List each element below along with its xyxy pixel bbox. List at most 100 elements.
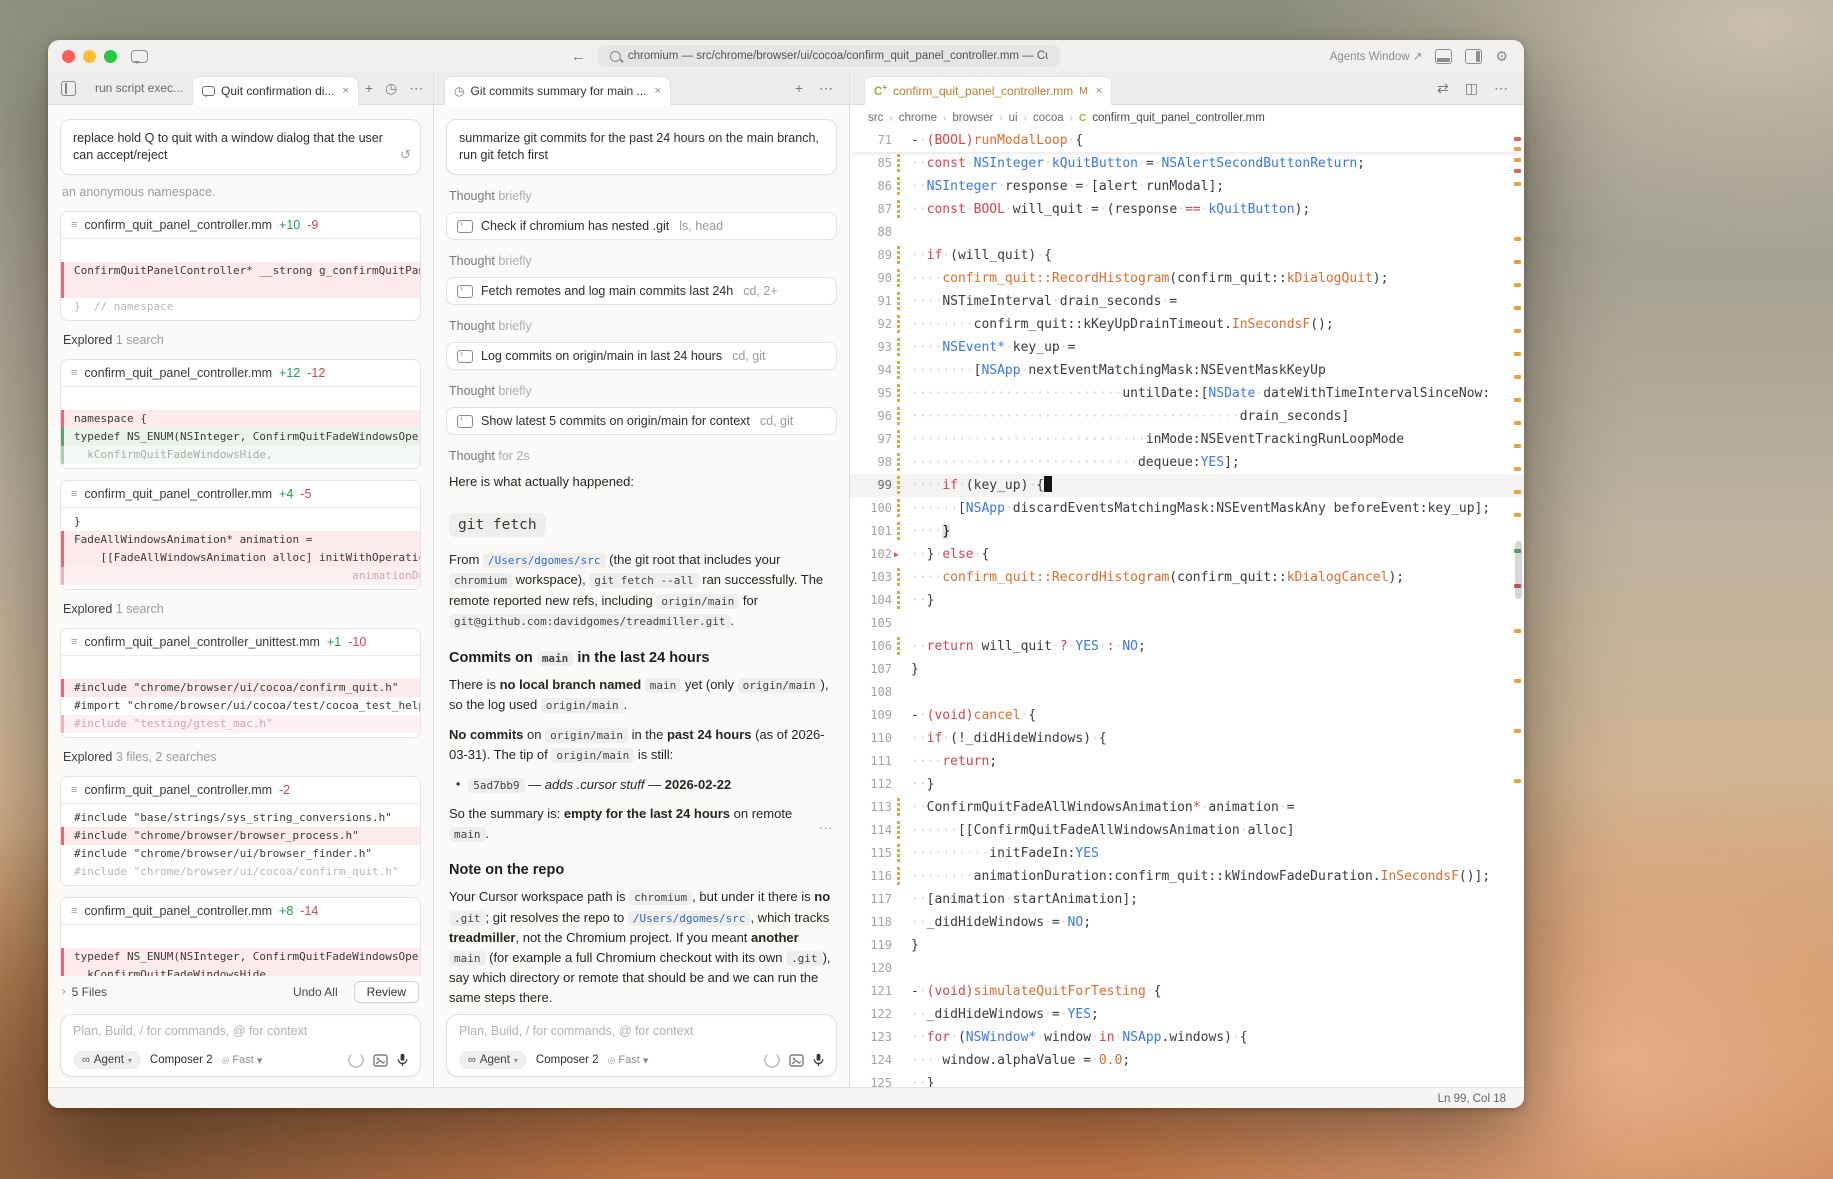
- tab-git-commits-summary[interactable]: ◷ Git commits summary for main ... ×: [444, 76, 671, 105]
- close-tab-icon[interactable]: ×: [1096, 85, 1102, 97]
- speed-selector[interactable]: ◎ Fast ▾: [222, 1054, 263, 1067]
- diff-card-header[interactable]: ≡confirm_quit_panel_controller.mm+4-5: [61, 481, 420, 508]
- minimize-window-button[interactable]: [83, 50, 96, 63]
- thought-label[interactable]: Thought briefly: [449, 189, 834, 203]
- git-gutter: [897, 865, 911, 888]
- microphone-icon[interactable]: [397, 1053, 408, 1067]
- more-content-button[interactable]: ...: [819, 817, 833, 832]
- more-actions-icon[interactable]: ⋯: [1488, 80, 1514, 97]
- scrollbar-thumb[interactable]: [1515, 541, 1522, 599]
- more-actions-icon[interactable]: ⋯: [813, 80, 839, 97]
- thought-label[interactable]: Thought briefly: [449, 384, 834, 398]
- line-number: 119: [850, 934, 892, 957]
- new-tab-button[interactable]: +: [789, 80, 809, 96]
- token: ····: [911, 1053, 942, 1068]
- code-text: ··ConfirmQuitFadeAllWindowsAnimation*·an…: [911, 796, 1524, 819]
- close-window-button[interactable]: [62, 50, 75, 63]
- token: ······: [911, 501, 958, 516]
- model-selector[interactable]: Composer 2: [150, 1054, 213, 1066]
- code-line: 95···························untilDate:[…: [850, 382, 1524, 405]
- inline-code: main: [449, 951, 486, 966]
- token: ··: [911, 800, 927, 815]
- agent-mode-selector[interactable]: ∞ Agent ▾: [73, 1051, 141, 1069]
- zoom-window-button[interactable]: [104, 50, 117, 63]
- chat-scroll-area[interactable]: replace hold Q to quit with a window dia…: [48, 105, 433, 976]
- cursor-position[interactable]: Ln 99, Col 18: [1438, 1093, 1506, 1105]
- chat-scroll-area[interactable]: summarize git commits for the past 24 ho…: [434, 105, 849, 1010]
- diff-line: typedef NS_ENUM(NSInteger, ConfirmQuitFa…: [61, 948, 420, 966]
- files-count-toggle[interactable]: 5 Files: [72, 985, 107, 999]
- line-number: 121: [850, 980, 892, 1003]
- breadcrumb-item[interactable]: src: [868, 112, 883, 124]
- composer[interactable]: Plan, Build, / for commands, @ for conte…: [60, 1014, 421, 1077]
- token: ··: [911, 1030, 927, 1045]
- composer[interactable]: Plan, Build, / for commands, @ for conte…: [446, 1014, 837, 1077]
- token: ;: [1122, 1053, 1130, 1068]
- diff-card-header[interactable]: ≡confirm_quit_panel_controller.mm+10-9: [61, 212, 420, 239]
- code-line: 120: [850, 957, 1524, 980]
- breadcrumb-item[interactable]: cocoa: [1033, 112, 1064, 124]
- review-button[interactable]: Review: [354, 981, 419, 1003]
- layout-columns-icon[interactable]: [1465, 49, 1482, 64]
- window-title-pill[interactable]: chromium — src/chrome/browser/ui/cocoa/c…: [598, 45, 1060, 67]
- back-icon[interactable]: ←: [571, 48, 586, 65]
- inline-code-path: /Users/dgomes/src: [483, 553, 606, 568]
- close-tab-icon[interactable]: ×: [655, 85, 661, 97]
- toggle-panel-icon[interactable]: [1435, 49, 1452, 64]
- diff-card-header[interactable]: ≡confirm_quit_panel_controller.mm+8-14: [61, 898, 420, 925]
- terminal-tool-card[interactable]: Fetch remotes and log main commits last …: [446, 277, 837, 305]
- text: .: [731, 613, 735, 628]
- breadcrumb-item[interactable]: ui: [1009, 112, 1018, 124]
- attach-image-icon[interactable]: [789, 1054, 804, 1067]
- diff-card-header[interactable]: ≡confirm_quit_panel_controller_unittest.…: [61, 629, 420, 656]
- breadcrumb-item[interactable]: chrome: [899, 112, 937, 124]
- attach-image-icon[interactable]: [373, 1054, 388, 1067]
- model-selector[interactable]: Composer 2: [536, 1054, 599, 1066]
- token: {: [1036, 478, 1044, 493]
- chat-bubble-icon[interactable]: [131, 50, 148, 63]
- tab-quit-confirmation[interactable]: Quit confirmation di... ×: [192, 76, 359, 105]
- line-number: 123: [850, 1026, 892, 1049]
- compare-changes-icon[interactable]: ⇄: [1431, 80, 1455, 97]
- speed-selector[interactable]: ◎ Fast ▾: [608, 1054, 649, 1067]
- tab-run-script[interactable]: run script exec...: [86, 81, 192, 95]
- token: (void): [927, 708, 974, 723]
- history-icon[interactable]: ◷: [379, 80, 403, 97]
- settings-gear-icon[interactable]: ⚙: [1495, 49, 1508, 63]
- terminal-tool-card[interactable]: Log commits on origin/main in last 24 ho…: [446, 342, 837, 370]
- new-tab-button[interactable]: +: [359, 80, 379, 96]
- code-text: ··const·BOOL·will_quit·=·(response·==·kQ…: [911, 198, 1524, 221]
- thought-label[interactable]: Thought for 2s: [449, 449, 834, 463]
- undo-all-button[interactable]: Undo All: [293, 985, 338, 999]
- diff-card-header[interactable]: ≡confirm_quit_panel_controller.mm+12-12: [61, 360, 420, 387]
- token: =: [1169, 294, 1177, 309]
- terminal-tool-card[interactable]: Check if chromium has nested .gitls, hea…: [446, 212, 837, 240]
- token: if: [927, 248, 943, 263]
- microphone-icon[interactable]: [813, 1053, 824, 1067]
- more-actions-icon[interactable]: ⋯: [403, 80, 429, 97]
- bold-text: no local branch named: [500, 677, 642, 692]
- agent-mode-selector[interactable]: ∞ Agent ▾: [459, 1051, 527, 1069]
- tab-editor-file[interactable]: C+ confirm_quit_panel_controller.mm M ×: [864, 76, 1112, 105]
- terminal-tool-card[interactable]: Show latest 5 commits on origin/main for…: [446, 407, 837, 435]
- tool-label: Log commits on origin/main in last 24 ho…: [481, 349, 722, 363]
- chat-panel-left: replace hold Q to quit with a window dia…: [48, 105, 434, 1087]
- thought-label[interactable]: Thought briefly: [449, 254, 834, 268]
- breadcrumb-item[interactable]: browser: [952, 112, 993, 124]
- ruler-mark: [1514, 729, 1521, 733]
- agents-window-button[interactable]: Agents Window ↗: [1330, 49, 1423, 63]
- terminal-icon: [457, 415, 473, 428]
- breadcrumb-item[interactable]: confirm_quit_panel_controller.mm: [1092, 112, 1265, 124]
- restore-checkpoint-icon[interactable]: ↺: [400, 146, 411, 163]
- token: =: [1052, 915, 1060, 930]
- split-editor-icon[interactable]: ◫: [1459, 80, 1484, 97]
- thought-label[interactable]: Thought briefly: [449, 319, 834, 333]
- close-tab-icon[interactable]: ×: [342, 85, 348, 97]
- token: [animation: [927, 892, 1005, 907]
- line-number: 87: [850, 198, 892, 221]
- code-editor[interactable]: src›chrome›browser›ui›cocoa›Cconfirm_qui…: [850, 105, 1524, 1087]
- diff-file-icon: ≡: [71, 219, 77, 231]
- diff-card-header[interactable]: ≡confirm_quit_panel_controller.mm-2: [61, 777, 420, 804]
- sidebar-toggle-icon[interactable]: [61, 81, 76, 96]
- thought-duration: for 2s: [498, 449, 529, 463]
